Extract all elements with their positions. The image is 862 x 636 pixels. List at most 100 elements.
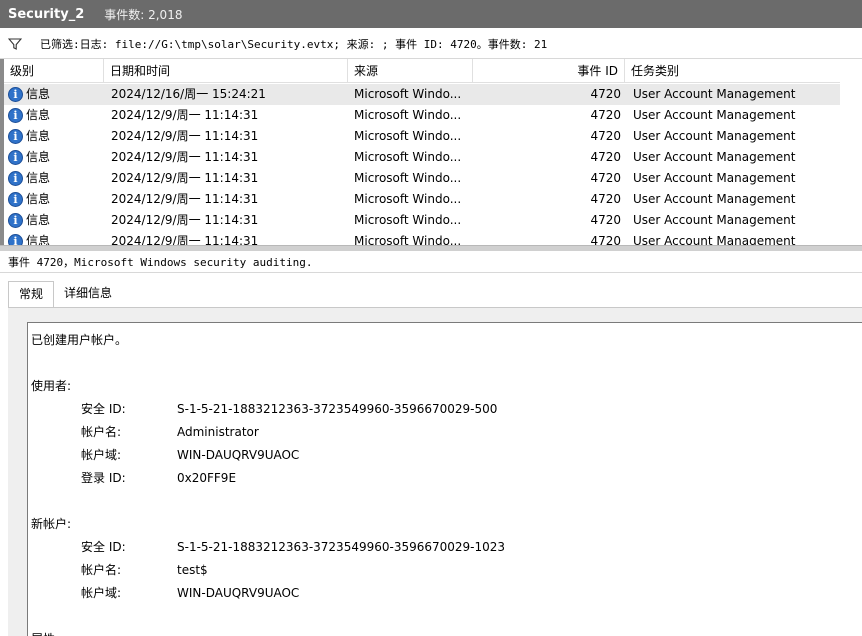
event-list-header: 级别 日期和时间 来源 事件 ID 任务类别 — [4, 59, 844, 83]
column-header-task-category[interactable]: 任务类别 — [625, 59, 844, 83]
level-label: 信息 — [26, 129, 51, 143]
log-title: Security_2 — [8, 6, 85, 22]
level-cell: i 信息 — [4, 126, 104, 147]
level-cell: i 信息 — [4, 147, 104, 168]
field-value: WIN-DAUQRV9UAOC — [177, 448, 300, 462]
title-bar: Security_2 事件数: 2,018 — [0, 0, 862, 28]
level-cell: i 信息 — [4, 189, 104, 210]
info-icon: i — [8, 171, 23, 186]
list-right-gap — [840, 59, 862, 245]
datetime-cell: 2024/12/9/周一 11:14:31 — [111, 234, 259, 245]
level-label: 信息 — [26, 108, 51, 122]
source-cell: Microsoft Windo... — [354, 150, 462, 164]
new-account-fields: 安全 ID: S-1-5-21-1883212363-3723549960-359… — [31, 536, 862, 605]
datetime-cell: 2024/12/9/周一 11:14:31 — [111, 192, 259, 206]
task-category-cell: User Account Management — [633, 150, 796, 164]
level-cell: i 信息 — [4, 168, 104, 189]
info-icon: i — [8, 234, 23, 245]
level-label: 信息 — [26, 87, 51, 101]
source-cell: Microsoft Windo... — [354, 129, 462, 143]
event-id-cell: 4720 — [590, 129, 621, 143]
field-value: S-1-5-21-1883212363-3723549960-359667002… — [177, 540, 506, 554]
new-account-field: 帐户域: WIN-DAUQRV9UAOC — [31, 582, 862, 605]
column-header-level[interactable]: 级别 — [4, 59, 104, 83]
column-header-datetime[interactable]: 日期和时间 — [104, 59, 348, 83]
subject-field: 帐户名: Administrator — [31, 421, 862, 444]
event-row[interactable]: i 信息 2024/12/9/周一 11:14:31 Microsoft Windo.… — [4, 231, 844, 245]
level-cell: i 信息 — [4, 231, 104, 245]
event-description: 已创建用户帐户。 — [31, 333, 128, 347]
info-icon: i — [8, 213, 23, 228]
field-key: 帐户域: — [81, 586, 122, 600]
event-id-cell: 4720 — [590, 108, 621, 122]
new-account-label: 新帐户: — [31, 517, 72, 531]
level-label: 信息 — [26, 150, 51, 164]
level-cell: i 信息 — [4, 105, 104, 126]
datetime-cell: 2024/12/9/周一 11:14:31 — [111, 213, 259, 227]
info-icon: i — [8, 192, 23, 207]
event-id-cell: 4720 — [590, 234, 621, 245]
info-icon: i — [8, 87, 23, 102]
detail-tabs: 常规 详细信息 — [8, 281, 122, 308]
tab-general[interactable]: 常规 — [8, 281, 55, 308]
task-category-cell: User Account Management — [633, 108, 796, 122]
filter-icon[interactable] — [8, 37, 22, 51]
datetime-cell: 2024/12/9/周一 11:14:31 — [111, 129, 259, 143]
task-category-cell: User Account Management — [633, 171, 796, 185]
field-value: S-1-5-21-1883212363-3723549960-359667002… — [177, 402, 498, 416]
event-row[interactable]: i 信息 2024/12/16/周一 15:24:21 Microsoft Windo… — [4, 84, 844, 105]
filter-text: 已筛选:日志: file://G:\tmp\solar\Security.evt… — [40, 37, 548, 51]
event-row[interactable]: i 信息 2024/12/9/周一 11:14:31 Microsoft Windo.… — [4, 168, 844, 189]
event-row[interactable]: i 信息 2024/12/9/周一 11:14:31 Microsoft Windo.… — [4, 210, 844, 231]
info-icon: i — [8, 129, 23, 144]
field-key: 安全 ID: — [81, 540, 126, 554]
column-header-event-id[interactable]: 事件 ID — [473, 59, 625, 83]
subject-field: 帐户域: WIN-DAUQRV9UAOC — [31, 444, 862, 467]
source-cell: Microsoft Windo... — [354, 234, 462, 245]
event-row[interactable]: i 信息 2024/12/9/周一 11:14:31 Microsoft Windo.… — [4, 126, 844, 147]
source-cell: Microsoft Windo... — [354, 87, 462, 101]
event-rows: i 信息 2024/12/16/周一 15:24:21 Microsoft Windo… — [4, 84, 844, 245]
source-cell: Microsoft Windo... — [354, 171, 462, 185]
event-description-box[interactable]: 已创建用户帐户。 使用者: 安全 ID: S-1-5-21-1883212363-… — [27, 322, 862, 636]
source-cell: Microsoft Windo... — [354, 108, 462, 122]
field-key: 帐户域: — [81, 448, 122, 462]
event-row[interactable]: i 信息 2024/12/9/周一 11:14:31 Microsoft Windo.… — [4, 105, 844, 126]
subject-fields: 安全 ID: S-1-5-21-1883212363-3723549960-359… — [31, 398, 862, 490]
event-count: 事件数: 2,018 — [104, 7, 183, 22]
column-header-source[interactable]: 来源 — [348, 59, 473, 83]
datetime-cell: 2024/12/16/周一 15:24:21 — [111, 87, 266, 101]
level-cell: i 信息 — [4, 210, 104, 231]
field-value: Administrator — [177, 425, 259, 439]
event-id-cell: 4720 — [590, 192, 621, 206]
source-cell: Microsoft Windo... — [354, 192, 462, 206]
event-row[interactable]: i 信息 2024/12/9/周一 11:14:31 Microsoft Windo.… — [4, 189, 844, 210]
event-list: 级别 日期和时间 来源 事件 ID 任务类别 i 信息 2024/12/16/周一 … — [0, 59, 862, 245]
level-label: 信息 — [26, 192, 51, 206]
subject-field: 安全 ID: S-1-5-21-1883212363-3723549960-359… — [31, 398, 862, 421]
attributes-label: 属性: — [31, 628, 862, 636]
new-account-field: 安全 ID: S-1-5-21-1883212363-3723549960-359… — [31, 536, 862, 559]
datetime-cell: 2024/12/9/周一 11:14:31 — [111, 171, 259, 185]
field-value: WIN-DAUQRV9UAOC — [177, 586, 300, 600]
field-key: 帐户名: — [81, 425, 122, 439]
info-icon: i — [8, 108, 23, 123]
event-id-cell: 4720 — [590, 213, 621, 227]
datetime-cell: 2024/12/9/周一 11:14:31 — [111, 108, 259, 122]
field-value: test$ — [177, 563, 208, 577]
task-category-cell: User Account Management — [633, 87, 796, 101]
field-value: 0x20FF9E — [177, 471, 237, 485]
subject-field: 登录 ID: 0x20FF9E — [31, 467, 862, 490]
event-row[interactable]: i 信息 2024/12/9/周一 11:14:31 Microsoft Windo.… — [4, 147, 844, 168]
new-account-field: 帐户名: test$ — [31, 559, 862, 582]
event-detail-header: 事件 4720，Microsoft Windows security audit… — [0, 251, 862, 273]
task-category-cell: User Account Management — [633, 213, 796, 227]
level-label: 信息 — [26, 171, 51, 185]
tab-details[interactable]: 详细信息 — [54, 281, 122, 308]
level-label: 信息 — [26, 213, 51, 227]
field-key: 登录 ID: — [81, 471, 126, 485]
field-key: 安全 ID: — [81, 402, 126, 416]
